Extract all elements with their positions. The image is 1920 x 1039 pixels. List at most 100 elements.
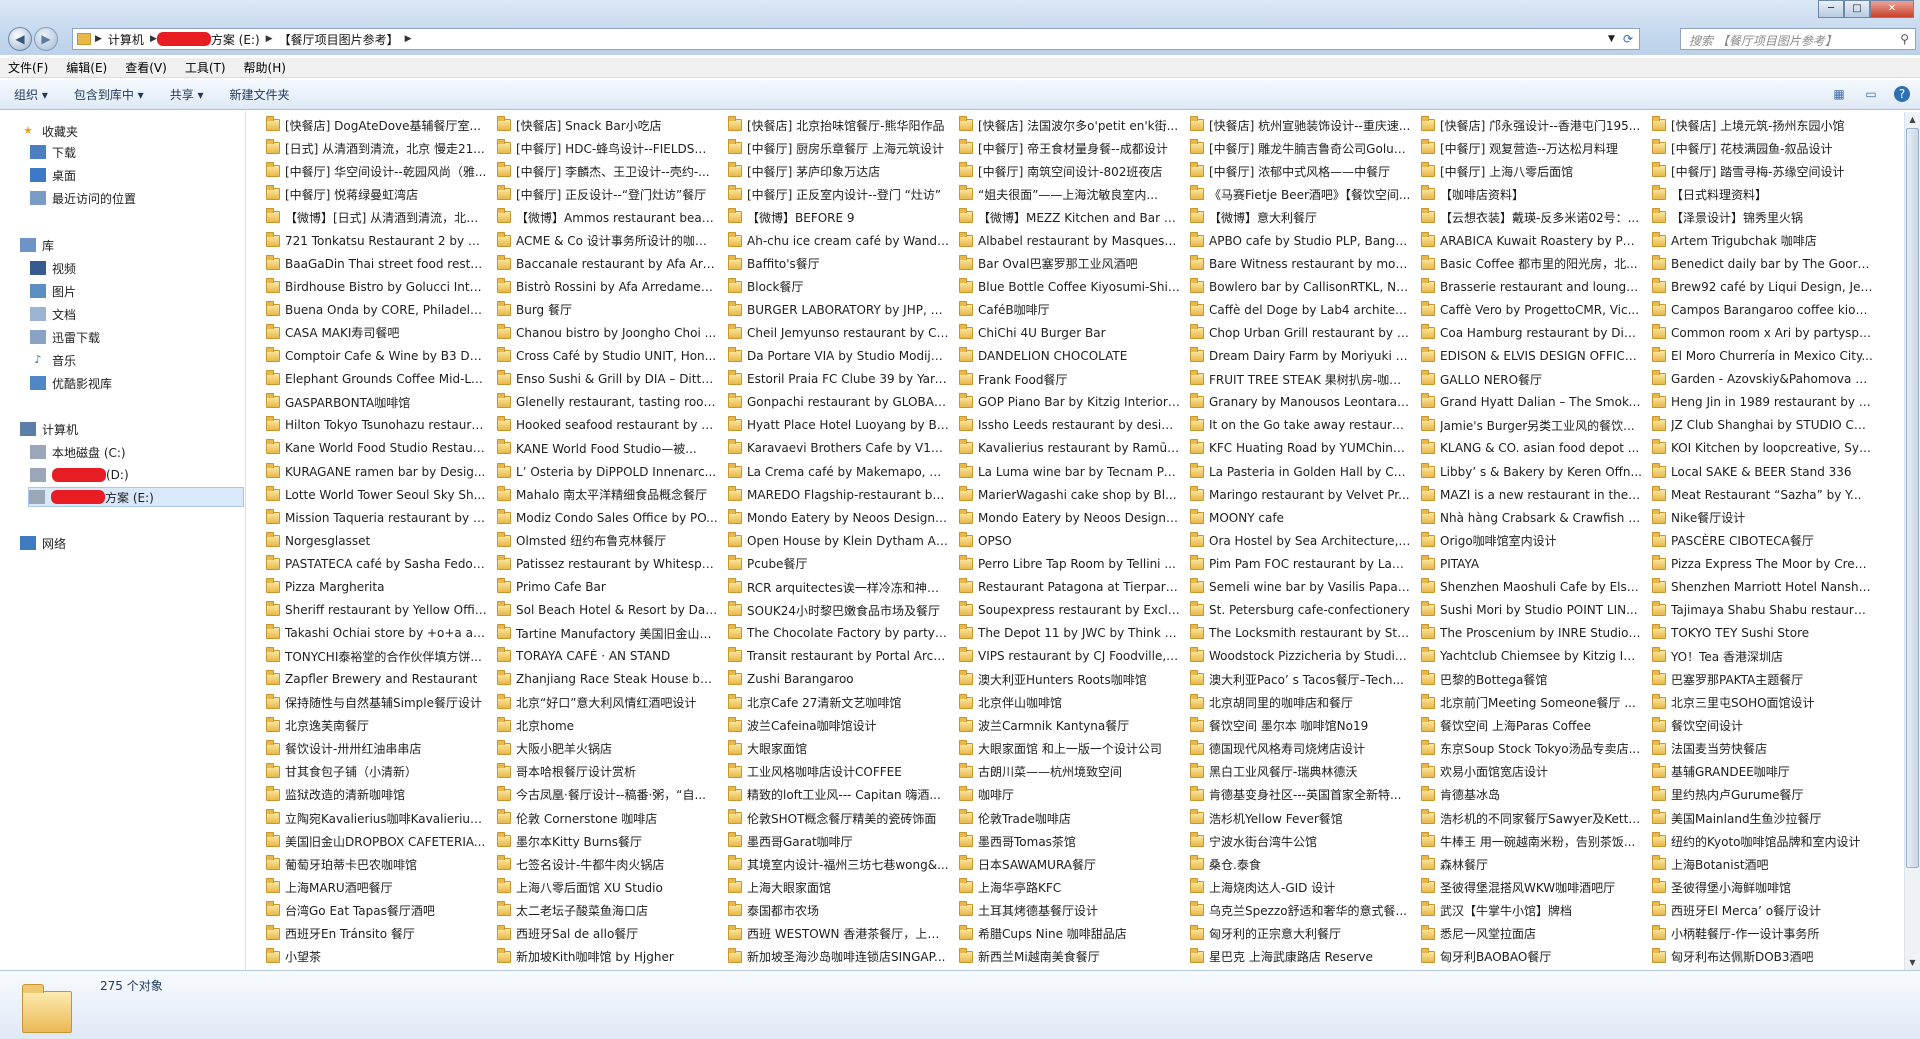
folder-item[interactable]: Shenzhen Maoshuli Cafe by Else... xyxy=(1421,577,1642,597)
folder-item[interactable]: 七签名设计-牛都牛肉火锅店 xyxy=(497,854,718,874)
folder-item[interactable]: 巴塞罗那PAKTA主题餐厅 xyxy=(1652,669,1873,689)
nav-documents[interactable]: 文档 xyxy=(30,304,76,324)
minimize-button[interactable]: ─ xyxy=(1818,0,1844,18)
folder-item[interactable]: 东京Soup Stock Tokyo汤品专卖店... xyxy=(1421,739,1642,759)
folder-item[interactable]: 今古凤凰·餐厅设计--稿番·粥，“自... xyxy=(497,785,718,805)
folder-item[interactable]: 721 Tonkatsu Restaurant 2 by G... xyxy=(266,231,487,251)
nav-thunder-downloads[interactable]: 迅雷下载 xyxy=(30,327,100,347)
folder-item[interactable]: Common room x Ari by partyspa... xyxy=(1652,323,1873,343)
folder-item[interactable]: Perro Libre Tap Room by Tellini ... xyxy=(959,554,1180,574)
folder-item[interactable]: Hooked seafood restaurant by H... xyxy=(497,415,718,435)
folder-item[interactable]: EDISON & ELVIS DESIGN OFFICE... xyxy=(1421,346,1642,366)
folder-item[interactable]: 伦敦 Cornerstone 咖啡店 xyxy=(497,808,718,828)
folder-item[interactable]: Chop Urban Grill restaurant by T... xyxy=(1190,323,1411,343)
folder-item[interactable]: Glenelly restaurant, tasting room... xyxy=(497,392,718,412)
scroll-down-icon[interactable]: ▼ xyxy=(1905,955,1920,970)
folder-item[interactable]: [快餐店] 邝永强设计--香港屯门195... xyxy=(1421,115,1642,135)
folder-item[interactable]: 澳大利亚Hunters Roots咖啡馆 xyxy=(959,669,1180,689)
folder-item[interactable]: 【微博】Ammos restaurant beac... xyxy=(497,207,718,227)
folder-item[interactable]: 北京伴山咖啡馆 xyxy=(959,693,1180,713)
folder-item[interactable]: [中餐厅] HDC-蜂鸟设计--FIELDS十域 xyxy=(497,138,718,158)
folder-item[interactable]: BaaGaDin Thai street food resta... xyxy=(266,254,487,274)
folder-item[interactable]: Block餐厅 xyxy=(728,277,949,297)
folder-item[interactable]: 古朗川菜——杭州境致空间 xyxy=(959,762,1180,782)
folder-item[interactable]: [中餐厅] 观复营造--万达松月料理 xyxy=(1421,138,1642,158)
folder-item[interactable]: 大眼家面馆 和上一版一个设计公司 xyxy=(959,739,1180,759)
folder-item[interactable]: Norgesglasset xyxy=(266,531,487,551)
folder-item[interactable]: 里约热内卢Gurume餐厅 xyxy=(1652,785,1873,805)
folder-item[interactable]: Issho Leeds restaurant by design... xyxy=(959,415,1180,435)
folder-item[interactable]: [中餐厅] 李麟杰、王卫设计--壳约-... xyxy=(497,161,718,181)
folder-item[interactable]: 【微博】意大利餐厅 xyxy=(1190,207,1411,227)
folder-item[interactable]: Bowlero bar by CallisonRTKL, No... xyxy=(1190,277,1411,297)
organize-button[interactable]: 组织 ▾ xyxy=(14,86,48,103)
folder-item[interactable]: St. Petersburg cafe-confectionery xyxy=(1190,600,1411,620)
nav-music[interactable]: ♪ 音乐 xyxy=(30,350,76,370)
breadcrumb-computer[interactable]: 计算机 xyxy=(108,31,144,48)
folder-item[interactable]: Garden - Azovskiy&Pahomova ar... xyxy=(1652,369,1873,389)
folder-item[interactable]: 西班牙Sal de allo餐厅 xyxy=(497,924,718,944)
folder-item[interactable]: 立陶宛Kavalierius咖啡Kavalierius ... xyxy=(266,808,487,828)
folder-item[interactable]: 精致的loft工业风--- Capitan 嗨酒... xyxy=(728,785,949,805)
folder-item[interactable]: RCR arquitectes诶一样冷冻和神秘... xyxy=(728,577,949,597)
folder-item[interactable]: Elephant Grounds Coffee Mid-Le... xyxy=(266,369,487,389)
folder-item[interactable]: Pizza Margherita xyxy=(266,577,487,597)
dropdown-icon[interactable]: ▼ xyxy=(1608,34,1615,44)
folder-item[interactable]: La Pasteria in Golden Hall by Cha... xyxy=(1190,462,1411,482)
folder-item[interactable]: Modiz Condo Sales Office by PO... xyxy=(497,508,718,528)
scrollbar-thumb[interactable] xyxy=(1906,128,1919,868)
folder-item[interactable]: Blue Bottle Coffee Kiyosumi-Shir... xyxy=(959,277,1180,297)
folder-item[interactable]: 【微博】[日式] 从清酒到清流，北京... xyxy=(266,207,487,227)
folder-item[interactable]: [中餐厅] 正反设计--“登门灶访”餐厅 xyxy=(497,184,718,204)
folder-item[interactable]: 【咖啡店资料】 xyxy=(1421,184,1642,204)
include-in-library-button[interactable]: 包含到库中 ▾ xyxy=(74,86,144,103)
folder-item[interactable]: GALLO NERO餐厅 xyxy=(1421,369,1642,389)
folder-item[interactable]: La Luma wine bar by Tecnam Pro... xyxy=(959,462,1180,482)
folder-item[interactable]: [中餐厅] 茅庐印象万达店 xyxy=(728,161,949,181)
folder-item[interactable]: [中餐厅] 厨房乐章餐厅 上海元筑设计 xyxy=(728,138,949,158)
folder-item[interactable]: 工业风格咖啡店设计COFFEE xyxy=(728,762,949,782)
folder-item[interactable]: [中餐厅] 花枝满园鱼-叙品设计 xyxy=(1652,138,1873,158)
folder-item[interactable]: La Crema café by Makemapo, D... xyxy=(728,462,949,482)
folder-item[interactable]: Dream Dairy Farm by Moriyuki O... xyxy=(1190,346,1411,366)
folder-item[interactable]: Mondo Eatery by Neoos Design,... xyxy=(959,508,1180,528)
folder-item[interactable]: 餐饮空间设计 xyxy=(1652,716,1873,736)
folder-item[interactable]: The Chocolate Factory by partys... xyxy=(728,623,949,643)
folder-item[interactable]: 纽约的Kyoto咖啡馆品牌和室内设计 xyxy=(1652,831,1873,851)
folder-item[interactable]: 保持随性与自然基辅Simple餐厅设计 xyxy=(266,693,487,713)
folder-item[interactable]: 宁波水街台湾牛公馆 xyxy=(1190,831,1411,851)
folder-item[interactable]: Ora Hostel by Sea Architecture, ... xyxy=(1190,531,1411,551)
folder-item[interactable]: ChiChi 4U Burger Bar xyxy=(959,323,1180,343)
folder-item[interactable]: [中餐厅] 上海八零后面馆 xyxy=(1421,161,1642,181)
nav-recent[interactable]: 最近访问的位置 xyxy=(30,188,136,208)
folder-item[interactable]: [日式] 从清酒到清流，北京 慢走21... xyxy=(266,138,487,158)
folder-item[interactable]: Brew92 café by Liqui Design, Jed... xyxy=(1652,277,1873,297)
folder-item[interactable]: PITAYA xyxy=(1421,554,1642,574)
folder-item[interactable]: 餐饮空间 墨尔本 咖啡馆No19 xyxy=(1190,716,1411,736)
folder-item[interactable]: TORAYA CAFÉ · AN STAND xyxy=(497,646,718,666)
folder-item[interactable]: Chanou bistro by Joongho Choi ... xyxy=(497,323,718,343)
folder-item[interactable]: Hilton Tokyo Tsunohazu restaura... xyxy=(266,415,487,435)
folder-item[interactable]: 其境室内设计-福州三坊七巷wong&... xyxy=(728,854,949,874)
folder-item[interactable]: Zhanjiang Race Steak House by ... xyxy=(497,669,718,689)
folder-item[interactable]: 基辅GRANDEE咖啡厅 xyxy=(1652,762,1873,782)
folder-item[interactable]: 浩杉机Yellow Fever餐馆 xyxy=(1190,808,1411,828)
folder-item[interactable]: Pcube餐厅 xyxy=(728,554,949,574)
breadcrumb-folder[interactable]: 【餐厅项目图片参考】 xyxy=(279,31,399,48)
nav-videos[interactable]: 视频 xyxy=(30,258,76,278)
folder-item[interactable]: 新加坡Kith咖啡馆 by Hjgher xyxy=(497,947,718,967)
scroll-up-icon[interactable]: ▲ xyxy=(1905,112,1920,127)
folder-item[interactable]: MAZI is a new restaurant in the h... xyxy=(1421,485,1642,505)
folder-item[interactable]: 日本SAWAMURA餐厅 xyxy=(959,854,1180,874)
folder-item[interactable]: Zapfler Brewery and Restaurant xyxy=(266,669,487,689)
folder-item[interactable]: Sheriff restaurant by Yellow Offic... xyxy=(266,600,487,620)
folder-item[interactable]: 【云想衣装】戴瑛-反多米诺02号：... xyxy=(1421,207,1642,227)
folder-item[interactable]: [中餐厅] 正反室内设计--登门 “灶访” xyxy=(728,184,949,204)
folder-item[interactable]: [中餐厅] 华空间设计--乾园风尚（雅... xyxy=(266,161,487,181)
folder-item[interactable]: Pim Pam FOC restaurant by Lagr... xyxy=(1190,554,1411,574)
folder-item[interactable]: 北京逸芙南餐厅 xyxy=(266,716,487,736)
folder-item[interactable]: [快餐店] 北京抬味馆餐厅-熊华阳作品 xyxy=(728,115,949,135)
folder-item[interactable]: 上海烧肉达人-GID 设计 xyxy=(1190,877,1411,897)
folder-item[interactable]: The Depot 11 by JWC by Think A... xyxy=(959,623,1180,643)
folder-item[interactable]: Cross Café by Studio UNIT, Hon... xyxy=(497,346,718,366)
